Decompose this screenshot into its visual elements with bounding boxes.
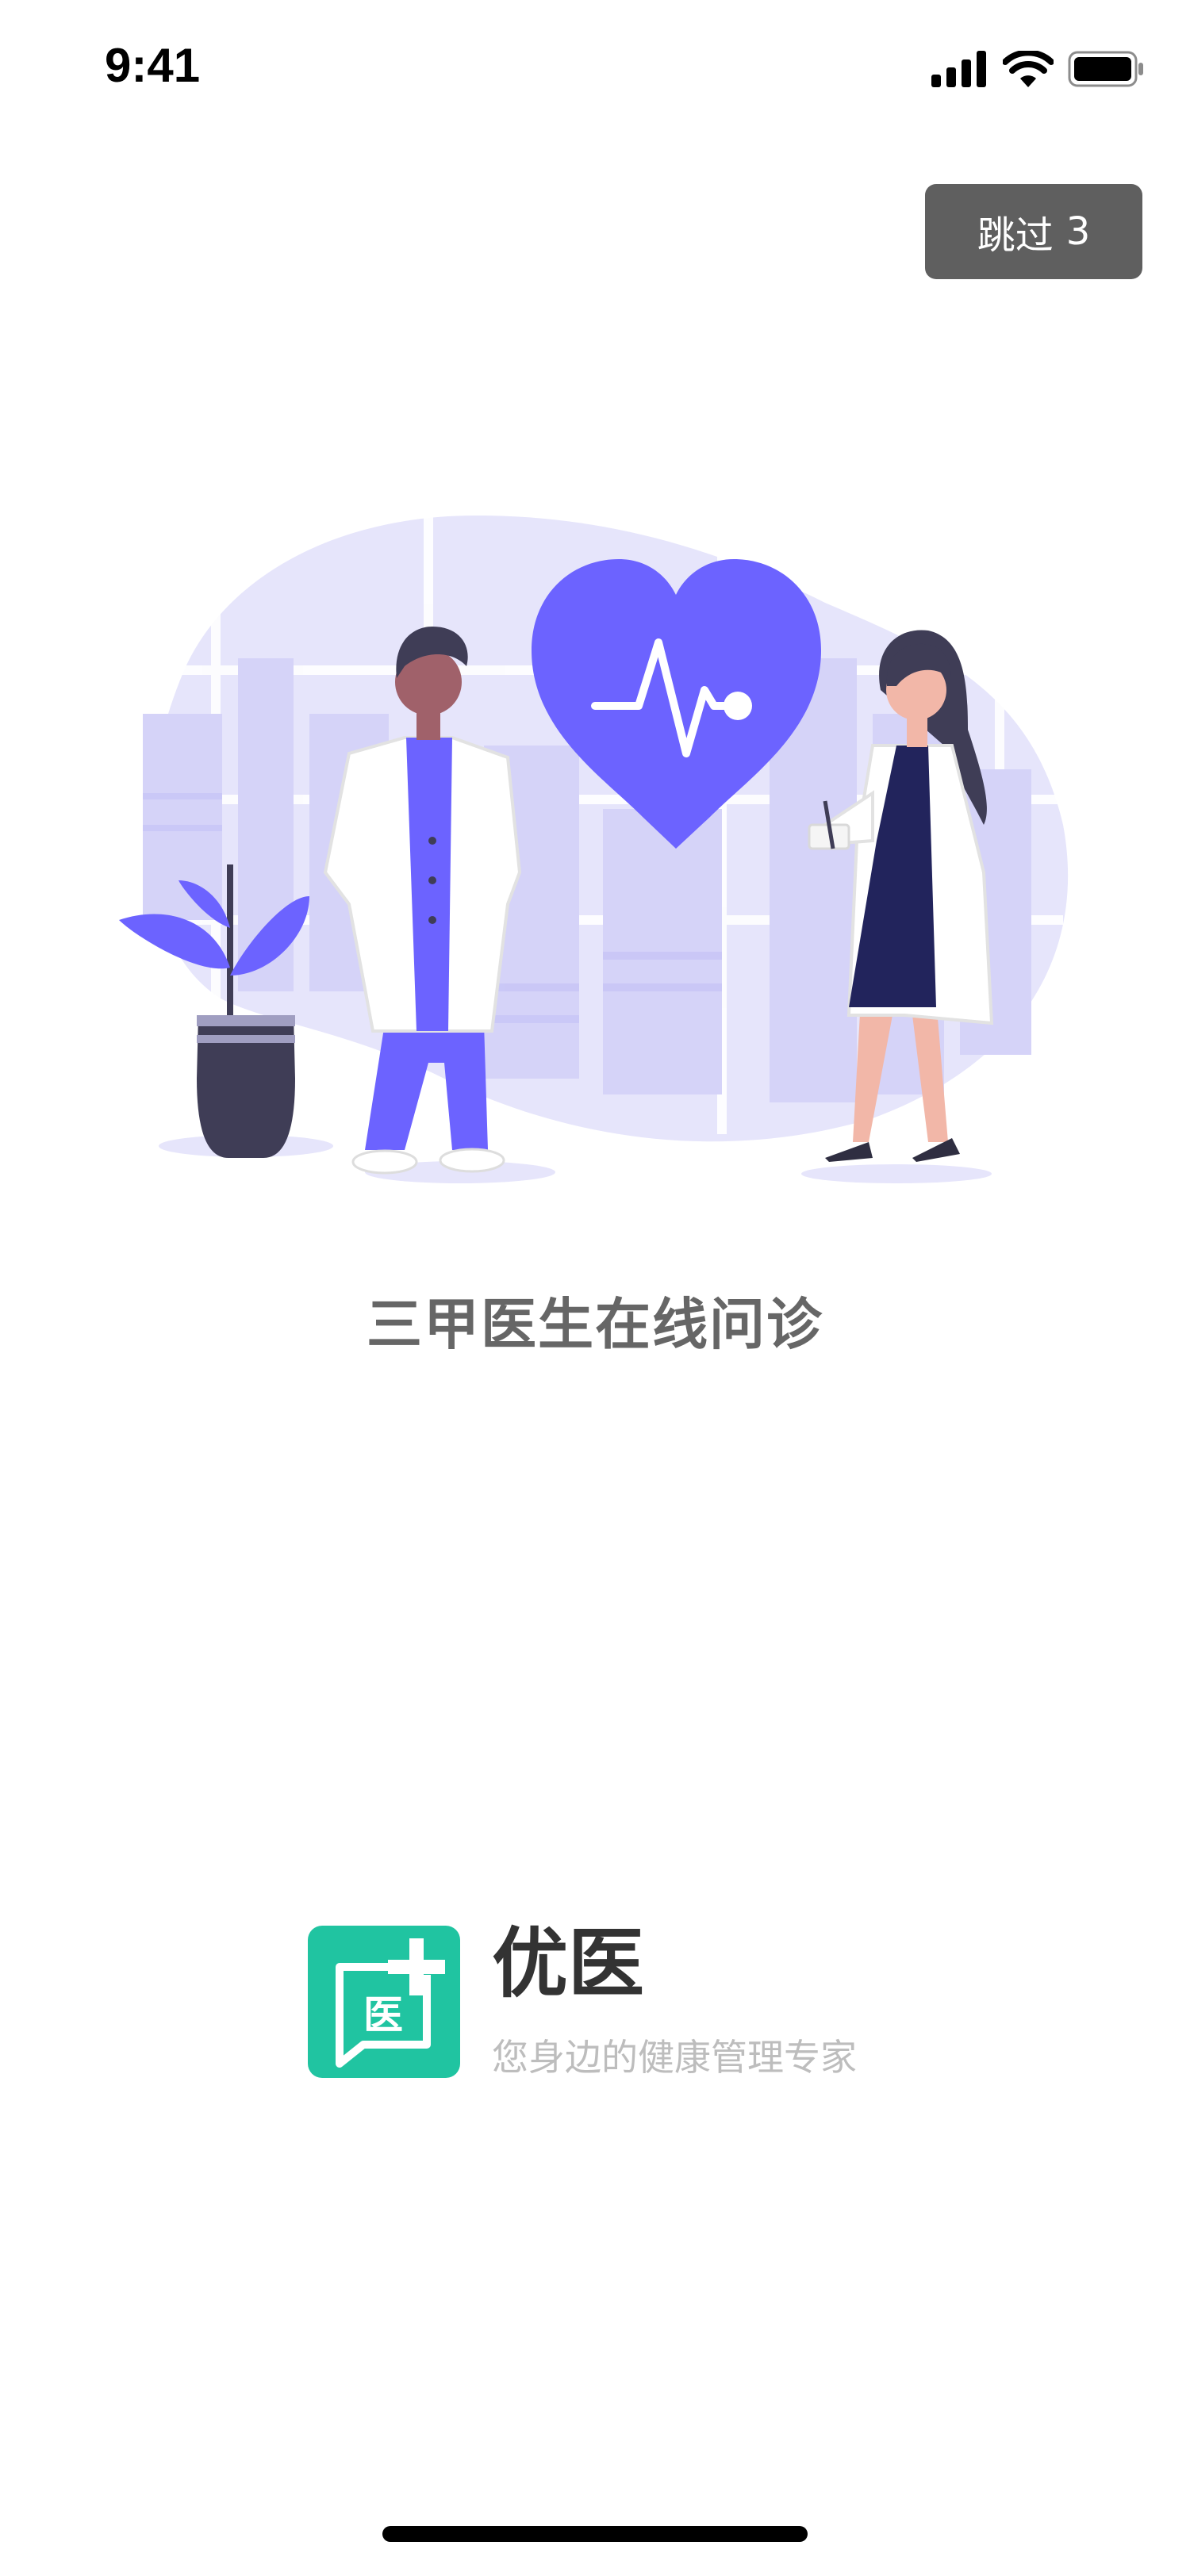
app-logo: 医 bbox=[308, 1926, 460, 2078]
doctors-heart-illustration bbox=[111, 508, 1079, 1190]
home-indicator bbox=[382, 2526, 808, 2542]
tagline: 三甲医生在线问诊 bbox=[367, 1292, 823, 1357]
illustration-svg bbox=[119, 508, 1069, 1183]
signal-icon bbox=[931, 51, 986, 87]
app-slogan: 您身边的健康管理专家 bbox=[492, 2036, 857, 2079]
wifi-icon bbox=[1003, 51, 1054, 87]
app-name: 优医 bbox=[492, 1919, 644, 2008]
skip-countdown: 3 bbox=[1065, 209, 1091, 254]
battery-icon bbox=[1068, 51, 1143, 87]
logo-text: 医 bbox=[363, 1992, 403, 2038]
skip-button[interactable]: 跳过 3 bbox=[925, 184, 1142, 279]
brand-block: 医 优医 您身边的健康管理专家 bbox=[308, 1902, 958, 2108]
status-time: 9:41 bbox=[105, 39, 201, 92]
skip-label: 跳过 bbox=[977, 213, 1054, 258]
chat-plus-icon: 医 bbox=[336, 1938, 445, 2068]
status-icons bbox=[931, 49, 1144, 89]
status-bar: 9:41 bbox=[0, 0, 1190, 139]
